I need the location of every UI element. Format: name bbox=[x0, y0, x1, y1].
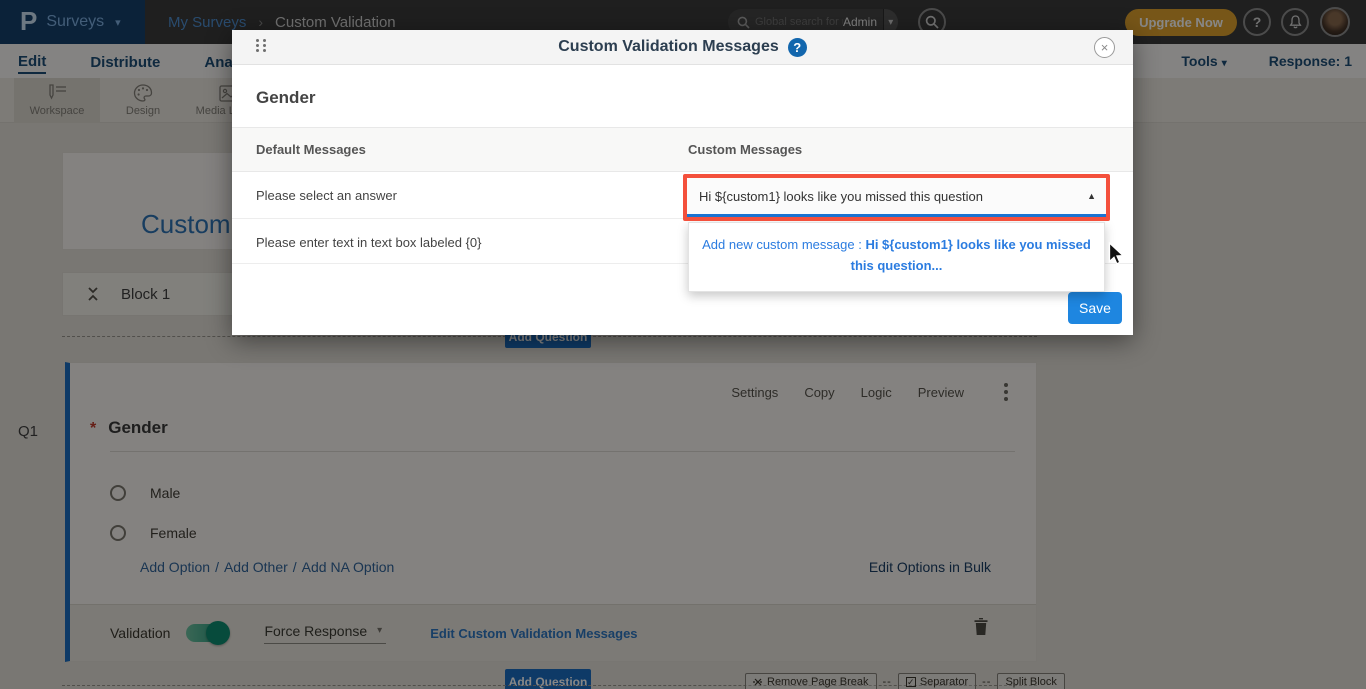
custom-validation-modal: Custom Validation Messages ? × Gender De… bbox=[232, 30, 1133, 335]
column-custom-messages: Custom Messages bbox=[688, 142, 1133, 157]
messages-table-header: Default Messages Custom Messages bbox=[232, 127, 1133, 172]
add-new-custom-message-option[interactable]: Add new custom message : Hi ${custom1} l… bbox=[688, 222, 1105, 292]
custom-message-select-highlighted[interactable]: Hi ${custom1} looks like you missed this… bbox=[683, 174, 1110, 221]
row-divider bbox=[232, 218, 687, 219]
column-default-messages: Default Messages bbox=[256, 142, 366, 157]
drag-handle-icon[interactable] bbox=[256, 39, 267, 52]
question-glyph: ? bbox=[793, 40, 801, 55]
dropdown-option-value: Hi ${custom1} looks like you missed this… bbox=[851, 237, 1091, 273]
modal-question-title: Gender bbox=[256, 88, 316, 108]
default-message-row: Please select an answer bbox=[256, 188, 397, 203]
modal-close-icon[interactable]: × bbox=[1094, 37, 1115, 58]
save-button[interactable]: Save bbox=[1068, 292, 1122, 324]
default-message-row: Please enter text in text box labeled {0… bbox=[256, 235, 482, 250]
modal-title: Custom Validation Messages bbox=[558, 38, 779, 56]
dropdown-option-prefix: Add new custom message : bbox=[702, 237, 865, 252]
custom-message-value: Hi ${custom1} looks like you missed this… bbox=[699, 189, 983, 204]
close-glyph: × bbox=[1101, 40, 1109, 55]
modal-help-icon[interactable]: ? bbox=[788, 38, 807, 57]
modal-header: Custom Validation Messages ? × bbox=[232, 30, 1133, 65]
chevron-up-icon: ▲ bbox=[1087, 191, 1096, 201]
